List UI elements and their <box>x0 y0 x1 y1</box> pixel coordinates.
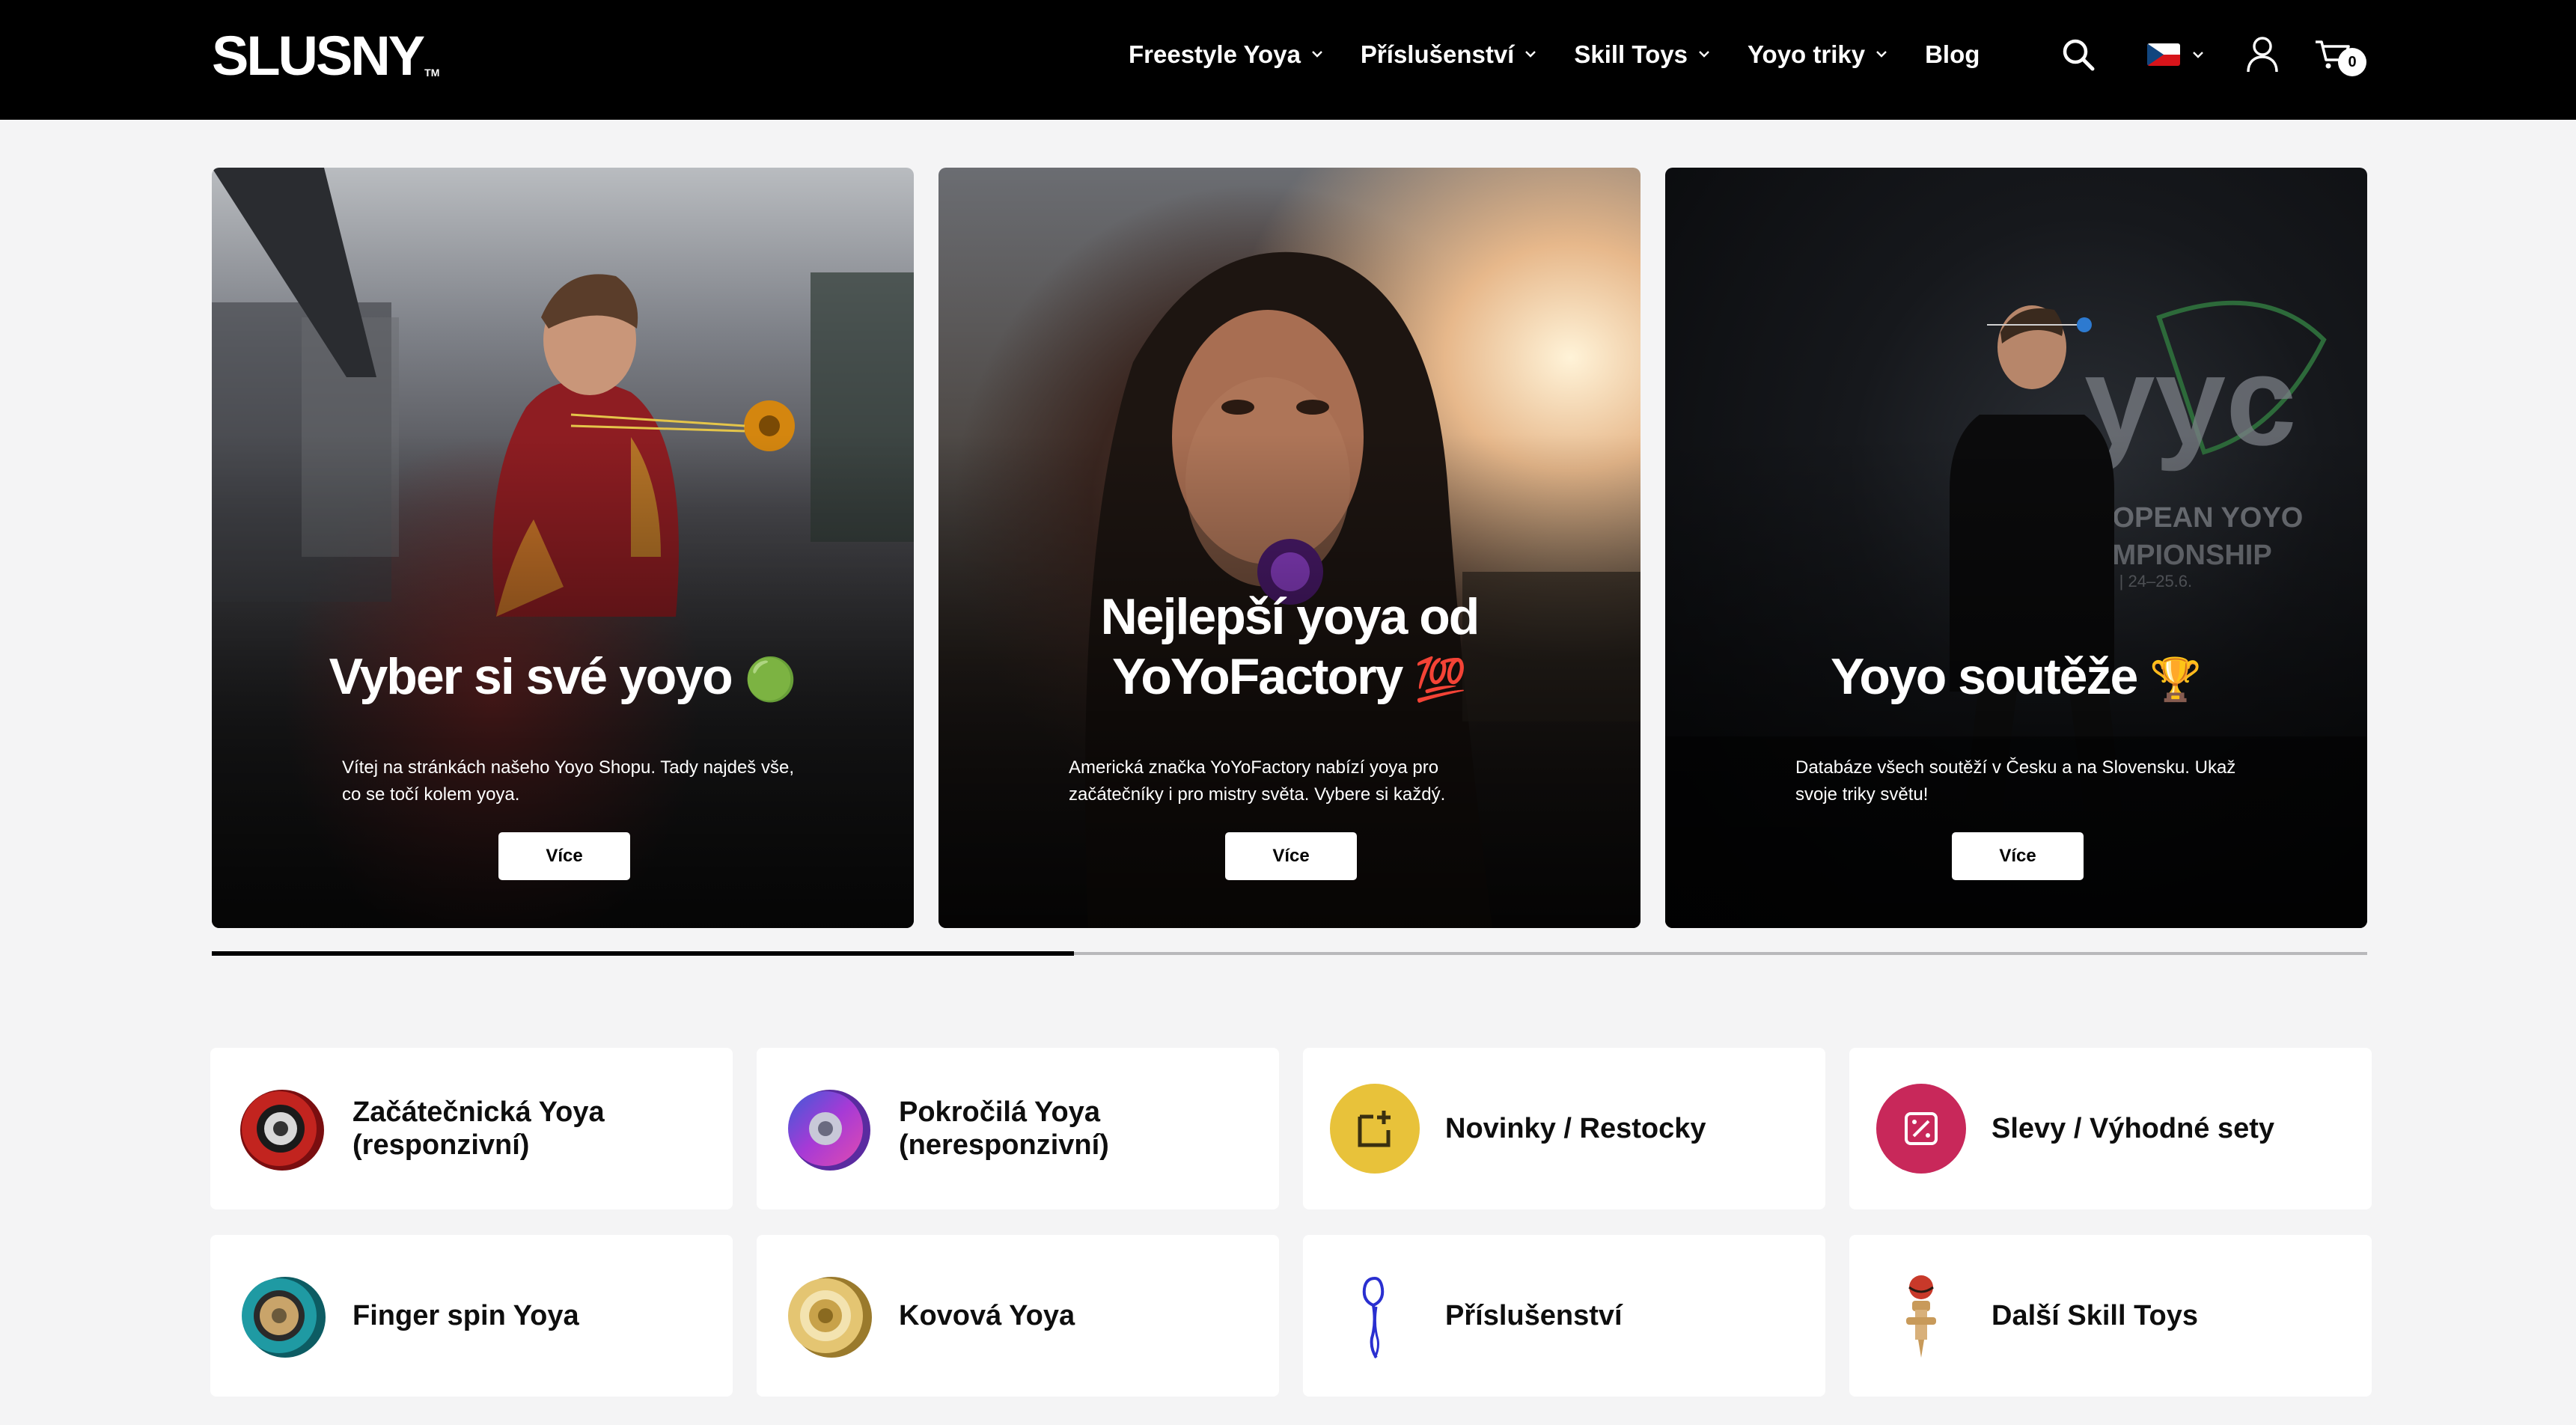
site-header: SLUSNY TM Freestyle Yoya Příslušenství Sk… <box>0 0 2576 120</box>
cz-flag-icon <box>2147 43 2180 66</box>
category-label: Příslušenství <box>1445 1300 1623 1331</box>
category-finger-spin[interactable]: Finger spin Yoya <box>210 1235 733 1397</box>
logo[interactable]: SLUSNY TM <box>212 28 439 84</box>
cart-button[interactable]: 0 <box>2314 36 2366 76</box>
hero-description: Americká značka YoYoFactory nabízí yoya … <box>1069 757 1446 805</box>
category-kovova-yoya[interactable]: Kovová Yoya <box>757 1235 1279 1397</box>
language-switcher[interactable] <box>2146 36 2209 73</box>
chevron-down-icon <box>1525 51 1536 58</box>
hero-more-button[interactable]: Více <box>1952 832 2084 880</box>
hero-title: Nejlepší yoya od YoYoFactory 💯 <box>1100 588 1480 705</box>
hero-description: Databáze všech soutěží v Česku a na Slov… <box>1795 757 2236 805</box>
new-item-icon <box>1330 1084 1420 1174</box>
category-slevy[interactable]: Slevy / Výhodné sety <box>1849 1048 2372 1209</box>
hero-title: Vyber si své yoyo 🟢 <box>329 648 797 705</box>
hero-description: Vítej na stránkách našeho Yoyo Shopu. Ta… <box>342 757 794 805</box>
category-novinky[interactable]: Novinky / Restocky <box>1303 1048 1825 1209</box>
trophy-emoji-icon: 🏆 <box>2149 656 2202 704</box>
category-dalsi-skill-toys[interactable]: Další Skill Toys <box>1849 1235 2372 1397</box>
nav-prislusenstvi[interactable]: Příslušenství <box>1361 42 1539 67</box>
purple-yoyo-icon <box>788 1090 870 1171</box>
carousel-progress-bar[interactable] <box>212 951 2367 956</box>
nav-blog[interactable]: Blog <box>1925 42 1980 67</box>
discount-icon <box>1876 1084 1966 1174</box>
category-label: Pokročilá Yoya (neresponzivní) <box>899 1096 1109 1161</box>
hero-more-button[interactable]: Více <box>498 832 630 880</box>
gold-yoyo-icon <box>788 1277 872 1358</box>
category-label: Začátečnická Yoya (responzivní) <box>352 1096 605 1161</box>
hero-card-competitions[interactable]: yyc ROPEAN YOYO AMPIONSHIP UE | 24–25.6.… <box>1665 168 2367 928</box>
nav-yoyo-triky[interactable]: Yoyo triky <box>1748 42 1890 67</box>
hero-more-button[interactable]: Více <box>1225 832 1357 880</box>
chevron-down-icon <box>2193 52 2203 58</box>
category-prislusenstvi[interactable]: Příslušenství <box>1303 1235 1825 1397</box>
hero-card-yoyofactory[interactable]: Nejlepší yoya od YoYoFactory 💯 Americká z… <box>938 168 1640 928</box>
chevron-down-icon <box>1312 51 1322 58</box>
nav-freestyle-yoya[interactable]: Freestyle Yoya <box>1129 42 1326 67</box>
account-icon[interactable] <box>2245 36 2280 73</box>
category-label: Kovová Yoya <box>899 1300 1075 1331</box>
category-label: Slevy / Výhodné sety <box>1991 1113 2275 1144</box>
category-label: Další Skill Toys <box>1991 1300 2198 1331</box>
category-pokrocila-yoya[interactable]: Pokročilá Yoya (neresponzivní) <box>757 1048 1279 1209</box>
category-zacatecnicka-yoya[interactable]: Začátečnická Yoya (responzivní) <box>210 1048 733 1209</box>
chevron-down-icon <box>1876 51 1887 58</box>
nav-skill-toys[interactable]: Skill Toys <box>1574 42 1713 67</box>
hundred-emoji-icon: 💯 <box>1414 656 1467 704</box>
cart-count-badge: 0 <box>2338 48 2366 76</box>
category-label: Finger spin Yoya <box>352 1300 579 1331</box>
hero-title: Yoyo soutěže 🏆 <box>1831 648 2202 705</box>
main-nav: Freestyle Yoya Příslušenství Skill Toys … <box>1129 37 1980 70</box>
search-icon[interactable] <box>2060 36 2097 73</box>
red-yoyo-icon <box>240 1090 324 1171</box>
string-icon <box>1362 1276 1385 1359</box>
carousel-progress-fill <box>212 951 1074 956</box>
hero-card-yoyo[interactable]: Vyber si své yoyo 🟢 Vítej na stránkách n… <box>212 168 914 928</box>
chevron-down-icon <box>1699 51 1709 58</box>
teal-yoyo-icon <box>242 1277 326 1358</box>
kendama-icon <box>1906 1275 1936 1358</box>
yoyo-emoji-icon: 🟢 <box>744 656 797 704</box>
category-label: Novinky / Restocky <box>1445 1113 1706 1144</box>
